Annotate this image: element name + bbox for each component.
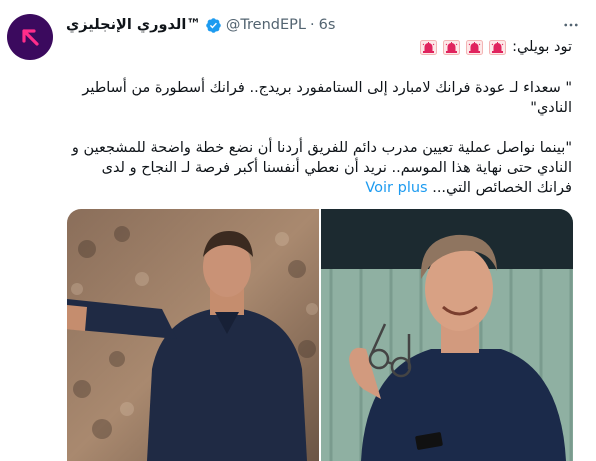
separator-dot: · xyxy=(309,17,315,33)
police-light-icon xyxy=(420,39,438,55)
tweet-paragraph-2: "بينما نواصل عملية تعيين مدرب دائم للفري… xyxy=(66,138,572,198)
verified-badge-icon[interactable] xyxy=(205,17,222,34)
more-options-icon[interactable] xyxy=(560,14,582,36)
tweet[interactable]: الدوري الإنجليزي™ @TrendEPL · 6s تود بوي… xyxy=(0,0,596,461)
media-grid xyxy=(67,209,573,461)
police-light-icon xyxy=(466,39,484,55)
tweet-paragraph-1: " سعداء لـ عودة فرانك لامبارد إلى الستام… xyxy=(82,80,572,116)
avatar[interactable] xyxy=(7,14,53,60)
tweet-line1: تود بويلي: xyxy=(66,36,572,58)
police-light-icon xyxy=(489,39,507,55)
display-name[interactable]: الدوري الإنجليزي™ xyxy=(66,17,201,33)
photo-boehly[interactable] xyxy=(321,209,573,461)
arrow-logo-icon xyxy=(22,29,39,46)
photo-lampard[interactable] xyxy=(67,209,319,461)
timestamp[interactable]: 6s xyxy=(319,17,336,33)
voir-plus-link[interactable]: Voir plus xyxy=(365,180,427,196)
tweet-header: الدوري الإنجليزي™ @TrendEPL · 6s xyxy=(66,15,556,35)
line1-text: تود بويلي: xyxy=(512,39,572,55)
police-light-icon xyxy=(443,39,461,55)
handle[interactable]: @TrendEPL xyxy=(226,17,306,33)
paragraph-2-text: "بينما نواصل عملية تعيين مدرب دائم للفري… xyxy=(71,140,572,196)
